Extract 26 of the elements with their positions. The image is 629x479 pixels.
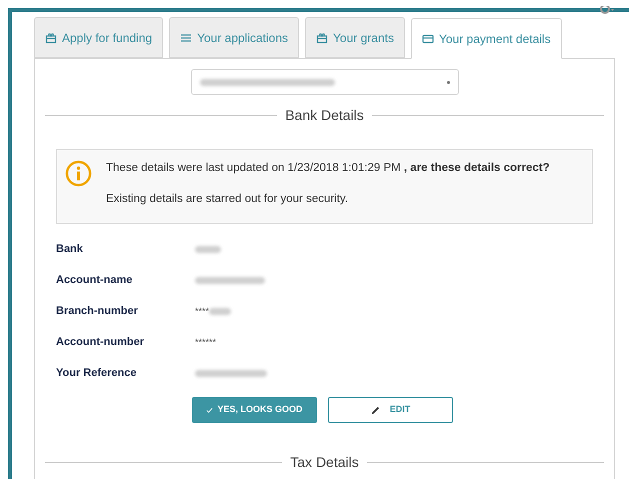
gift-icon <box>45 32 57 44</box>
gift-icon <box>316 32 328 44</box>
field-label: Your Reference <box>56 366 138 382</box>
field-label: Account-name <box>56 273 134 288</box>
field-label: Account-number <box>56 335 145 350</box>
alert-note: Existing details are starred out for your security. <box>106 192 350 208</box>
field-label: Branch-number <box>56 304 139 320</box>
pencil-icon <box>370 406 380 414</box>
check-icon <box>206 406 214 414</box>
alert-message: These details were last updated on 1/23/2018 1:01:29 PM , are these details correct? <box>106 161 550 176</box>
info-icon <box>65 160 92 187</box>
settings-icon[interactable] <box>599 6 615 16</box>
tab[interactable]: Your payment details <box>410 18 562 59</box>
field-label: Bank <box>56 242 84 258</box>
tab[interactable]: Apply for funding <box>34 17 164 58</box>
card-icon <box>422 32 434 44</box>
section-heading: Bank Details <box>285 106 364 125</box>
confirm-button[interactable]: YES, LOOKS GOOD <box>192 397 317 423</box>
section-heading: Tax Details <box>290 453 359 472</box>
caret-icon <box>446 80 450 84</box>
field-value: **** <box>195 304 210 318</box>
list-icon <box>180 32 192 44</box>
tab[interactable]: Your applications <box>169 17 300 58</box>
edit-button[interactable]: EDIT <box>328 397 453 423</box>
field-value: ****** <box>195 336 216 349</box>
tab[interactable]: Your grants <box>305 17 405 58</box>
